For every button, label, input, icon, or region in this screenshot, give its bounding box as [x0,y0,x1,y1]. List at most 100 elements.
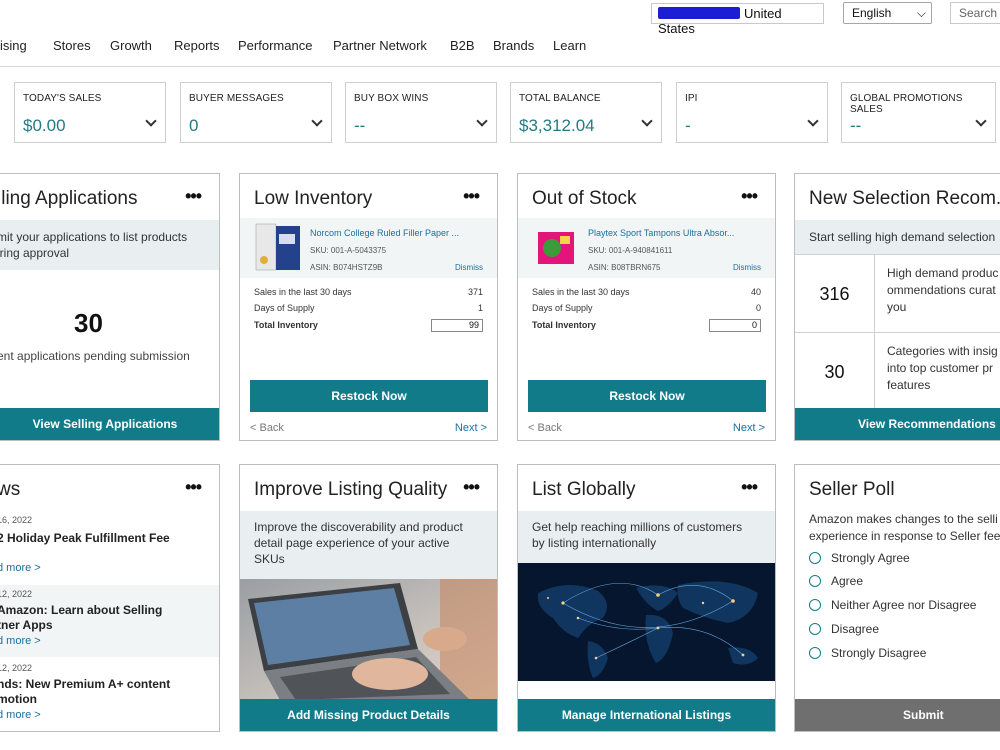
pending-caption: ent applications pending submission [0,349,190,363]
news-headline[interactable]: 2 Holiday Peak Fulfillment Fee [0,531,213,546]
restock-now-button[interactable]: Restock Now [250,380,488,412]
language-select[interactable]: English ⌵ [843,2,932,24]
metric-value: -- [354,116,366,135]
nav-item-b2b[interactable]: B2B [450,38,475,53]
nav-item-partner-network[interactable]: Partner Network [333,38,427,53]
total-inventory-label: Total Inventory [532,320,596,330]
product-thumbnail[interactable] [252,222,302,274]
card-description: Start selling high demand selection [795,220,1000,254]
read-more-link[interactable]: d more > [0,562,213,574]
back-link[interactable]: < Back [528,422,562,434]
chevron-down-icon[interactable] [807,115,819,127]
improve-listing-quality-card: Improve Listing Quality ••• Improve the … [239,464,498,732]
total-inventory-input[interactable]: 0 [709,319,761,332]
metric-label: TOTAL BALANCE [519,93,601,104]
submit-poll-button[interactable]: Submit [795,699,1000,731]
total-inventory-input[interactable]: 99 [431,319,483,332]
metric-ipi[interactable]: IPI - [676,82,828,143]
nav-divider [0,66,1000,67]
view-recommendations-button[interactable]: View Recommendations [795,408,1000,440]
more-options-icon[interactable]: ••• [741,186,758,207]
metric-label: BUY BOX WINS [354,93,429,104]
metric-total-balance[interactable]: TOTAL BALANCE $3,312.04 [510,82,662,143]
recommendation-text: High demand produc ommendations curat yo… [887,265,998,316]
metric-buyer-messages[interactable]: BUYER MESSAGES 0 [180,82,332,143]
card-title: ws [0,479,21,500]
news-item[interactable]: 16, 2022 2 Holiday Peak Fulfillment Fee … [0,513,219,585]
more-options-icon[interactable]: ••• [463,186,480,207]
nav-item-growth[interactable]: Growth [110,38,152,53]
card-title: Improve Listing Quality [254,479,448,500]
metric-buy-box-wins[interactable]: BUY BOX WINS -- [345,82,497,143]
view-selling-applications-button[interactable]: View Selling Applications [0,408,219,440]
radio-button[interactable] [809,575,821,587]
read-more-link[interactable]: d more > [0,635,213,647]
card-title: Seller Poll [809,479,895,500]
product-name-link[interactable]: Norcom College Ruled Filler Paper ... [310,228,459,238]
nav-item-advertising[interactable]: rtising [0,38,27,53]
product-name-link[interactable]: Playtex Sport Tampons Ultra Absor... [588,228,734,238]
metric-label: BUYER MESSAGES [189,93,284,104]
sales-value: 40 [750,287,761,297]
metric-global-promotions-sales[interactable]: GLOBAL PROMOTIONS SALES -- [841,82,996,143]
recommendation-grid: 316 High demand produc ommendations cura… [795,254,1000,411]
chevron-down-icon[interactable] [975,115,987,127]
back-link[interactable]: < Back [250,422,284,434]
dismiss-link[interactable]: Dismiss [455,263,483,272]
nav-item-learn[interactable]: Learn [553,38,586,53]
poll-option-strongly-disagree[interactable]: Strongly Disagree [809,646,926,660]
chevron-down-icon[interactable] [311,115,323,127]
product-asin: ASIN: B08TBRN675 [588,263,661,272]
more-options-icon[interactable]: ••• [463,477,480,498]
news-item[interactable]: 12, 2022 Amazon: Learn about Selling tne… [0,585,219,657]
pending-count: 30 [74,308,103,338]
read-more-link[interactable]: d more > [0,709,213,721]
description-line: by listing internationally [532,536,657,550]
news-item[interactable]: 12, 2022 nds: New Premium A+ content mot… [0,659,219,731]
product-sku: SKU: 001-A-940841611 [588,246,673,255]
next-link[interactable]: Next > [733,422,765,434]
sales-value: 371 [467,287,483,297]
radio-button[interactable] [809,647,821,659]
nav-item-brands[interactable]: Brands [493,38,534,53]
nav-item-performance[interactable]: Performance [238,38,312,53]
chevron-down-icon[interactable] [641,115,653,127]
radio-button[interactable] [809,599,821,611]
country-selector[interactable]: United States [651,3,824,36]
more-options-icon[interactable]: ••• [185,186,202,207]
more-options-icon[interactable]: ••• [185,477,202,498]
option-label: Disagree [831,622,880,636]
poll-option-agree[interactable]: Agree [809,574,863,588]
chevron-down-icon[interactable] [476,115,488,127]
metric-todays-sales[interactable]: TODAY'S SALES $0.00 [14,82,166,143]
product-asin: ASIN: B074HSTZ9B [310,263,383,272]
add-missing-product-details-button[interactable]: Add Missing Product Details [240,699,497,731]
headline-line: motion [0,692,37,706]
supply-label: Days of Supply [532,303,593,313]
radio-button[interactable] [809,623,821,635]
poll-option-disagree[interactable]: Disagree [809,622,879,636]
search-input[interactable]: Search [950,2,1000,24]
metric-value: $0.00 [23,116,66,135]
recommendation-count: 30 [795,333,875,411]
radio-button[interactable] [809,552,821,564]
text-line: Categories with insig [887,344,998,358]
card-description: Get help reaching millions of customers … [518,511,775,563]
nav-item-stores[interactable]: Stores [53,38,91,53]
product-thumbnail[interactable] [530,222,580,274]
headline-line: nds: New Premium A+ content [0,677,171,691]
poll-option-neither[interactable]: Neither Agree nor Disagree [809,598,976,612]
new-selection-card: New Selection Recom... Start selling hig… [794,173,1000,441]
metric-label: TODAY'S SALES [23,93,102,104]
dismiss-link[interactable]: Dismiss [733,263,761,272]
chevron-down-icon[interactable] [145,115,157,127]
more-options-icon[interactable]: ••• [741,477,758,498]
news-headline[interactable]: nds: New Premium A+ content motion [0,677,213,707]
poll-option-strongly-agree[interactable]: Strongly Agree [809,551,910,565]
news-headline[interactable]: Amazon: Learn about Selling tner Apps [0,603,213,633]
next-link[interactable]: Next > [455,422,487,434]
restock-now-button[interactable]: Restock Now [528,380,766,412]
nav-item-reports[interactable]: Reports [174,38,220,53]
supply-label: Days of Supply [254,303,315,313]
manage-international-listings-button[interactable]: Manage International Listings [518,699,775,731]
